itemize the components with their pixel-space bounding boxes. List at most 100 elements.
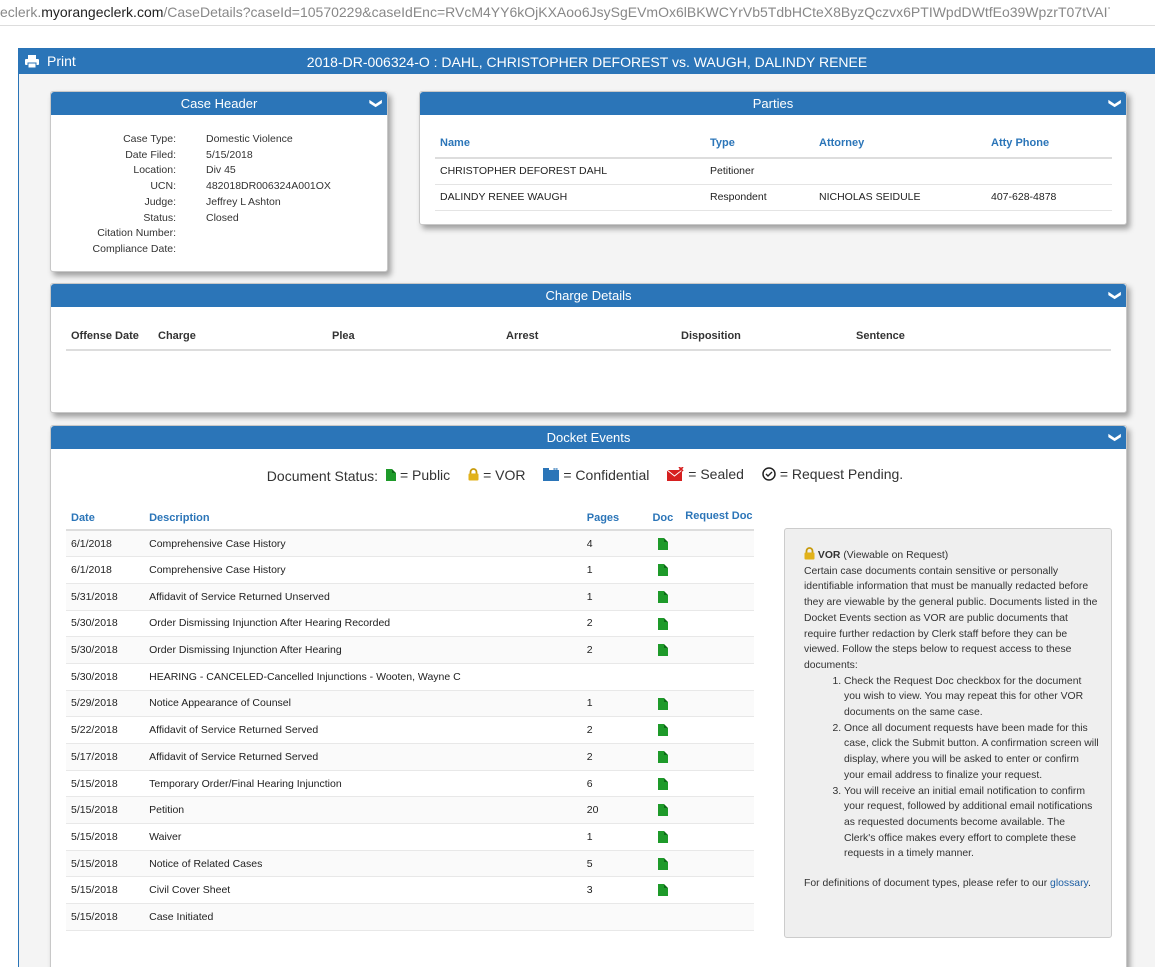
col-doc[interactable]: Doc (641, 488, 684, 531)
docket-doc-cell (641, 796, 684, 825)
charge-col-header[interactable]: Charge (153, 322, 327, 351)
public-doc-icon[interactable] (657, 831, 668, 844)
vor-heading: VOR (Viewable on Request) (804, 547, 1099, 564)
docket-date: 5/15/2018 (66, 903, 145, 931)
charge-col-header[interactable]: Plea (327, 322, 501, 351)
public-doc-icon[interactable] (657, 537, 668, 550)
docket-request-cell (683, 850, 754, 878)
url-prefix: eclerk. (0, 4, 42, 20)
docket-request-cell (683, 556, 754, 584)
public-doc-icon[interactable] (657, 697, 668, 710)
docket-doc-cell (641, 530, 684, 558)
docket-date: 6/1/2018 (66, 530, 145, 558)
docket-row: 5/31/2018 Affidavit of Service Returned U… (66, 583, 754, 611)
docket-description: HEARING - CANCELED-Cancelled Injunctions… (144, 663, 582, 691)
vor-step: You will receive an initial email notifi… (844, 784, 1099, 863)
docket-row: 5/22/2018 Affidavit of Service Returned S… (66, 716, 754, 744)
docket-request-cell (683, 636, 754, 664)
col-pages[interactable]: Pages (581, 488, 642, 531)
charge-col-header[interactable]: Disposition (676, 322, 851, 351)
docket-date: 5/15/2018 (66, 823, 145, 851)
case-field-value: 482018DR006324A001OX (206, 180, 331, 193)
public-doc-icon[interactable] (657, 564, 668, 577)
docket-description: Affidavit of Service Returned Served (144, 743, 582, 771)
party-cell: Respondent (705, 184, 814, 211)
parties-col-header[interactable]: Atty Phone (986, 128, 1112, 159)
public-doc-icon[interactable] (657, 804, 668, 817)
docket-doc-cell (641, 610, 684, 638)
docket-pages (581, 903, 642, 931)
docket-request-cell (683, 823, 754, 851)
legend-public: = Public (385, 467, 450, 483)
docket-pages: 3 (581, 876, 642, 905)
public-doc-icon (385, 469, 396, 481)
chevron-down-icon[interactable]: ❯ (364, 98, 387, 108)
public-doc-icon[interactable] (657, 750, 668, 763)
charge-col-header[interactable]: Sentence (851, 322, 1111, 351)
docket-description: Temporary Order/Final Hearing Injunction (144, 770, 582, 798)
chevron-down-icon[interactable]: ❯ (1103, 290, 1126, 300)
confidential-folder-icon (543, 468, 560, 481)
party-cell: DALINDY RENEE WAUGH (435, 184, 705, 211)
col-request-doc[interactable]: Request Doc (683, 488, 754, 531)
charge-col-header[interactable]: Arrest (501, 322, 676, 351)
party-cell: CHRISTOPHER DEFOREST DAHL (435, 158, 705, 185)
url-text[interactable]: eclerk.myorangeclerk.com/CaseDetails?cas… (0, 4, 1110, 20)
case-field-label: Compliance Date: (92, 242, 176, 255)
docket-date: 5/29/2018 (66, 690, 145, 718)
col-description[interactable]: Description (144, 488, 582, 531)
charge-col-header[interactable]: Offense Date (66, 322, 153, 351)
public-doc-icon[interactable] (657, 724, 668, 737)
legend-sealed-label: = Sealed (688, 466, 744, 482)
docket-date: 5/15/2018 (66, 796, 145, 825)
glossary-link[interactable]: glossary (1050, 878, 1088, 889)
docket-pages: 4 (581, 530, 642, 558)
public-doc-icon[interactable] (657, 884, 668, 897)
docket-date: 5/15/2018 (66, 850, 145, 878)
public-doc-icon[interactable] (657, 644, 668, 657)
docket-events-title-bar: Docket Events ❯ (51, 426, 1126, 449)
docket-description: Waiver (144, 823, 582, 851)
case-field-label: UCN: (150, 180, 176, 193)
public-doc-icon[interactable] (657, 590, 668, 603)
docket-pages: 2 (581, 636, 642, 664)
docket-date: 5/17/2018 (66, 743, 145, 771)
vor-heading-label: VOR (817, 550, 841, 561)
docket-doc-cell (641, 663, 684, 691)
chevron-down-icon[interactable]: ❯ (1103, 98, 1126, 108)
parties-col-header[interactable]: Type (705, 128, 814, 159)
docket-date: 5/30/2018 (66, 663, 145, 691)
lock-icon (804, 547, 815, 560)
public-doc-icon[interactable] (657, 857, 668, 870)
parties-title-bar: Parties ❯ (420, 92, 1126, 115)
docket-pages: 1 (581, 690, 642, 718)
docket-row: 5/15/2018 Civil Cover Sheet 3 (66, 876, 754, 905)
case-field-row: Judge: Jeffrey L Ashton (51, 195, 331, 211)
docket-row: 6/1/2018 Comprehensive Case History 1 (66, 556, 754, 584)
docket-description: Comprehensive Case History (144, 556, 582, 584)
case-field-label: Date Filed: (125, 148, 176, 161)
docket-date: 6/1/2018 (66, 556, 145, 584)
vor-footer: For definitions of document types, pleas… (804, 876, 1099, 892)
public-doc-icon[interactable] (657, 777, 668, 790)
parties-col-header[interactable]: Name (435, 128, 705, 159)
case-field-row: Date Filed: 5/15/2018 (51, 148, 331, 164)
docket-description: Affidavit of Service Returned Served (144, 716, 582, 744)
docket-doc-cell (641, 770, 684, 798)
docket-doc-cell (641, 743, 684, 771)
vor-footer-text: For definitions of document types, pleas… (804, 878, 1048, 890)
docket-row: 5/30/2018 HEARING - CANCELED-Cancelled In… (66, 663, 754, 691)
case-header-title: Case Header (180, 96, 258, 111)
legend-prefix: Document Status: (266, 468, 379, 484)
browser-address-bar[interactable]: eclerk.myorangeclerk.com/CaseDetails?cas… (0, 0, 1155, 26)
public-doc-icon[interactable] (657, 617, 668, 630)
party-cell: 407-628-4878 (986, 184, 1112, 211)
chevron-down-icon[interactable]: ❯ (1103, 432, 1126, 442)
col-date[interactable]: Date (66, 488, 145, 531)
docket-description: Order Dismissing Injunction After Hearin… (144, 636, 582, 664)
party-row: DALINDY RENEE WAUGH Respondent NICHOLAS SE… (435, 184, 1112, 211)
docket-description: Civil Cover Sheet (144, 876, 582, 905)
case-field-value: 5/15/2018 (206, 148, 253, 161)
parties-col-header[interactable]: Attorney (814, 128, 986, 159)
case-field-label: Citation Number: (97, 227, 176, 240)
